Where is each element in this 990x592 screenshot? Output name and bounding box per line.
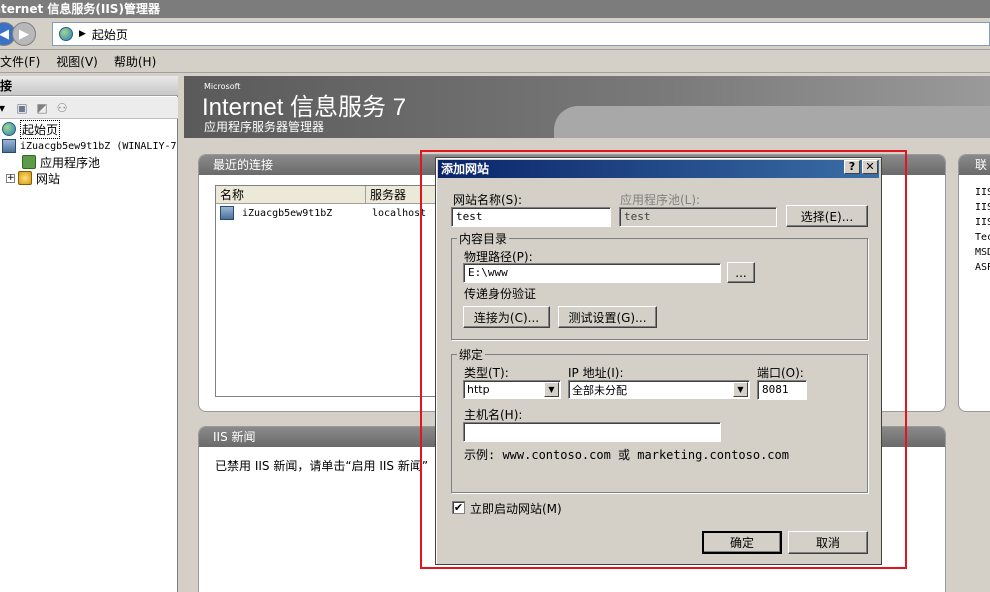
- menu-help[interactable]: 帮助(H): [106, 53, 164, 70]
- window-title-bar: Internet 信息服务(IIS)管理器: [0, 0, 990, 18]
- host-name-label: 主机名(H):: [464, 408, 523, 422]
- address-bar: ◀ ▶ ▶ 起始页: [0, 18, 990, 50]
- expand-icon[interactable]: +: [6, 173, 15, 183]
- list-item[interactable]: IIS: [975, 215, 990, 230]
- connections-header: 连接: [0, 76, 178, 96]
- list-item[interactable]: ASP: [975, 260, 990, 275]
- banner-decoration: [554, 106, 990, 138]
- chevron-down-icon[interactable]: ▼: [733, 382, 748, 397]
- tree-item-app-pools[interactable]: 应用程序池: [22, 154, 100, 170]
- dropdown-icon[interactable]: ▾: [0, 100, 10, 116]
- help-button[interactable]: ?: [844, 160, 860, 174]
- back-arrow-icon: ◀: [0, 26, 9, 42]
- port-label: 端口(O):: [757, 366, 804, 380]
- save-icon[interactable]: ▣: [14, 100, 30, 116]
- type-label: 类型(T):: [464, 366, 509, 380]
- connect-icon[interactable]: ⚇: [54, 100, 70, 116]
- site-name-input[interactable]: test: [451, 207, 611, 227]
- test-settings-button[interactable]: 测试设置(G)...: [558, 306, 657, 328]
- chevron-down-icon[interactable]: ▼: [544, 382, 559, 397]
- iis-globe-icon: [59, 27, 73, 41]
- tree-item-server[interactable]: iZuacgb5ew9t1bZ (WINALIY-7: [2, 138, 177, 154]
- online-resources-header: 联: [959, 155, 990, 175]
- dialog-title: 添加网站: [441, 162, 490, 176]
- host-name-example: 示例: www.contoso.com 或 marketing.contoso.…: [464, 448, 789, 462]
- ok-button[interactable]: 确定: [702, 531, 782, 554]
- select-app-pool-button[interactable]: 选择(E)...: [786, 205, 868, 227]
- tree-item-sites[interactable]: + 网站: [6, 170, 60, 186]
- list-item[interactable]: IIS: [975, 185, 990, 200]
- pass-through-auth-label: 传递身份验证: [464, 287, 537, 301]
- ip-address-label: IP 地址(I):: [568, 366, 624, 380]
- list-item[interactable]: Tec: [975, 230, 990, 245]
- host-name-input[interactable]: [463, 422, 721, 442]
- app-pool-label: 应用程序池(L):: [620, 193, 701, 207]
- address-box[interactable]: ▶ 起始页: [52, 22, 990, 46]
- banner-subtitle: 应用程序服务器管理器: [204, 120, 325, 134]
- breadcrumb-start-page[interactable]: 起始页: [92, 26, 128, 43]
- start-now-checkbox[interactable]: ✔: [452, 501, 465, 514]
- tree-item-start-page[interactable]: 起始页: [2, 119, 61, 139]
- sites-icon: [18, 171, 32, 185]
- list-item[interactable]: MSD: [975, 245, 990, 260]
- content-directory-title: 内容目录: [457, 230, 510, 247]
- forward-arrow-icon: ▶: [19, 26, 29, 42]
- cancel-button[interactable]: 取消: [788, 531, 868, 554]
- port-input[interactable]: 8081: [757, 380, 807, 400]
- app-pool-field: test: [619, 207, 777, 227]
- forward-button[interactable]: ▶: [12, 22, 36, 46]
- menu-view[interactable]: 视图(V): [48, 53, 106, 70]
- dialog-title-bar: 添加网站: [438, 160, 879, 178]
- binding-title: 绑定: [457, 346, 486, 363]
- connections-toolbar: ▾ ▣ ◩ ⚇: [0, 97, 178, 119]
- physical-path-input[interactable]: E:\www: [463, 263, 721, 283]
- server-icon: [220, 206, 234, 220]
- online-resources-list: IIS IIS IIS Tec MSD ASP: [975, 185, 990, 275]
- add-website-dialog: 添加网站 ? ✕ 网站名称(S): test 应用程序池(L): test 选择…: [435, 157, 882, 565]
- site-name-label: 网站名称(S):: [453, 193, 523, 207]
- type-select[interactable]: http ▼: [463, 380, 561, 399]
- column-header-name[interactable]: 名称: [216, 186, 366, 204]
- server-icon: [2, 139, 16, 153]
- connect-as-button[interactable]: 连接为(C)...: [463, 306, 550, 328]
- start-now-label[interactable]: 立即启动网站(M): [470, 500, 562, 517]
- up-level-icon[interactable]: ◩: [34, 100, 50, 116]
- close-button[interactable]: ✕: [862, 160, 878, 174]
- connections-pane: 连接 ▾ ▣ ◩ ⚇ 起始页 iZuacgb5ew9t1bZ (WINALIY-…: [0, 76, 178, 592]
- table-cell-server: localhost: [372, 208, 427, 219]
- menu-bar: 文件(F) 视图(V) 帮助(H): [0, 51, 990, 73]
- ip-address-select[interactable]: 全部未分配 ▼: [568, 380, 750, 399]
- iis-news-text: 已禁用 IIS 新闻，请单击“启用 IIS 新闻”: [215, 459, 429, 473]
- online-resources-panel: 联 IIS IIS IIS Tec MSD ASP: [958, 154, 990, 412]
- menu-file[interactable]: 文件(F): [0, 53, 48, 70]
- start-page-icon: [2, 122, 16, 136]
- window-title: Internet 信息服务(IIS)管理器: [0, 2, 160, 16]
- banner-title: Internet 信息服务 7: [202, 94, 407, 121]
- table-row[interactable]: iZuacgb5ew9t1bZ: [220, 206, 332, 220]
- app-pool-icon: [22, 155, 36, 169]
- iis-banner: Microsoft Internet 信息服务 7 应用程序服务器管理器: [184, 76, 990, 138]
- breadcrumb-arrow-icon[interactable]: ▶: [79, 29, 86, 39]
- list-item[interactable]: IIS: [975, 200, 990, 215]
- browse-button[interactable]: ...: [727, 262, 755, 283]
